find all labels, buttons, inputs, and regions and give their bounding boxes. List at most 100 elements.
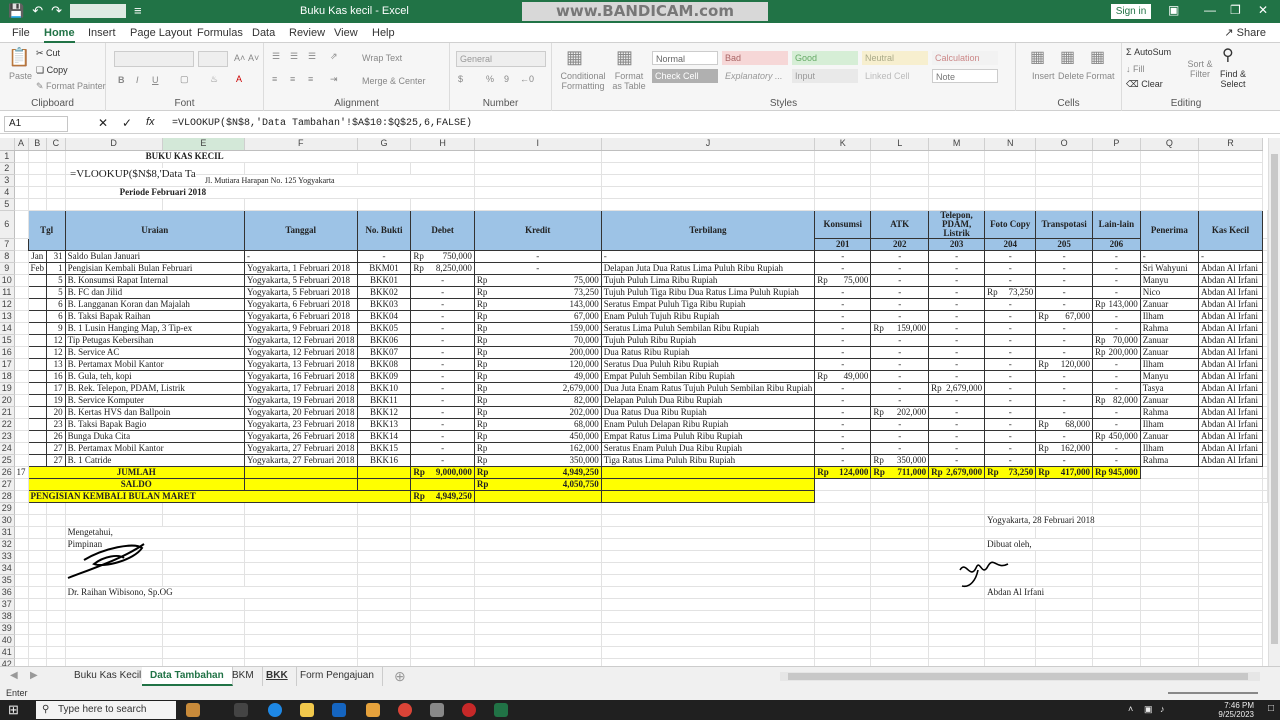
month-cell[interactable]: Jan: [27, 249, 47, 263]
tanggal-cell[interactable]: Yogyakarta, 27 Februari 2018: [243, 453, 358, 467]
restore-icon[interactable]: ❐: [1230, 3, 1241, 17]
cell[interactable]: [1035, 186, 1093, 199]
cell[interactable]: [600, 477, 816, 491]
account-cell[interactable]: -: [928, 273, 986, 287]
row-header[interactable]: 35: [0, 574, 15, 587]
cancel-icon[interactable]: ✕: [98, 116, 108, 130]
uraian-cell[interactable]: B. Service Komputer: [64, 393, 245, 407]
tanggal-cell[interactable]: Yogyakarta, 6 Februari 2018: [243, 297, 358, 311]
bukti-cell[interactable]: BKK08: [356, 357, 412, 371]
cell[interactable]: [65, 634, 163, 647]
cell[interactable]: [357, 538, 412, 551]
row-header[interactable]: 30: [0, 514, 15, 527]
style-note[interactable]: Note: [932, 69, 998, 83]
cell[interactable]: [928, 646, 986, 659]
cell[interactable]: [1092, 150, 1141, 163]
cell[interactable]: [14, 586, 29, 599]
cell[interactable]: [1092, 502, 1141, 515]
cell[interactable]: [1198, 562, 1263, 575]
tab-view[interactable]: View: [334, 27, 358, 39]
cell[interactable]: [1198, 162, 1263, 175]
column-header[interactable]: I: [474, 138, 602, 151]
column-header[interactable]: K: [814, 138, 872, 151]
cell[interactable]: [814, 562, 872, 575]
kas-kecil-cell[interactable]: Abdan Al Irfani: [1198, 453, 1263, 467]
penerima-cell[interactable]: Ilham: [1139, 441, 1200, 455]
cell[interactable]: [357, 526, 412, 539]
kredit-cell[interactable]: Rp 68,000: [473, 417, 602, 431]
header-penerima[interactable]: Penerima: [1139, 209, 1200, 251]
cell[interactable]: [410, 610, 475, 623]
account-code[interactable]: 202: [870, 237, 930, 251]
style-explanatory[interactable]: Explanatory ...: [722, 69, 788, 83]
cell[interactable]: [1198, 466, 1263, 479]
row-header[interactable]: 33: [0, 550, 15, 563]
account-cell[interactable]: -: [928, 333, 986, 347]
cell[interactable]: [357, 658, 412, 666]
account-cell[interactable]: -: [928, 345, 986, 359]
cell[interactable]: [244, 514, 358, 527]
cell[interactable]: [46, 622, 66, 635]
undo-icon[interactable]: ↶: [32, 4, 43, 18]
bukti-cell[interactable]: BKK01: [356, 273, 412, 287]
cell[interactable]: [1198, 574, 1263, 587]
row-header[interactable]: 25: [0, 454, 15, 467]
kredit-cell[interactable]: Rp 200,000: [473, 345, 602, 359]
close-icon[interactable]: ✕: [1258, 3, 1268, 17]
tanggal-cell[interactable]: Yogyakarta, 20 Februari 2018: [243, 405, 358, 419]
account-code[interactable]: 203: [928, 237, 986, 251]
account-cell[interactable]: -: [928, 297, 986, 311]
account-cell[interactable]: -: [1035, 333, 1093, 347]
account-cell[interactable]: -: [928, 249, 986, 263]
tanggal-cell[interactable]: Yogyakarta, 5 Februari 2018: [243, 273, 358, 287]
cell[interactable]: [474, 150, 602, 163]
cell[interactable]: [410, 634, 475, 647]
cell[interactable]: [244, 658, 358, 666]
account-cell[interactable]: -: [814, 381, 872, 395]
cell[interactable]: [1198, 526, 1263, 539]
cell[interactable]: [244, 634, 358, 647]
cell[interactable]: [1140, 150, 1200, 163]
terbilang-cell[interactable]: Dua Juta Enam Ratus Tujuh Puluh Sembilan…: [600, 381, 816, 395]
cell[interactable]: [870, 634, 930, 647]
cell[interactable]: [928, 634, 986, 647]
cell[interactable]: [14, 550, 29, 563]
day-cell[interactable]: 27: [46, 453, 66, 467]
cell[interactable]: [1198, 634, 1263, 647]
bukti-cell[interactable]: BKK02: [356, 285, 412, 299]
style-linked-cell[interactable]: Linked Cell: [862, 69, 928, 83]
header-kredit[interactable]: Kredit: [473, 209, 602, 251]
terbilang-cell[interactable]: Empat Puluh Sembilan Ribu Rupiah: [600, 369, 816, 383]
cell[interactable]: [984, 622, 1037, 635]
month-cell[interactable]: [27, 429, 47, 443]
cell[interactable]: [410, 477, 475, 491]
cell[interactable]: [1035, 490, 1093, 503]
cell[interactable]: [1198, 186, 1263, 199]
copy-button[interactable]: ❏ Copy: [36, 65, 68, 76]
cell[interactable]: [28, 150, 47, 163]
cell[interactable]: [870, 502, 930, 515]
cell[interactable]: [14, 286, 29, 299]
cell[interactable]: [1035, 562, 1093, 575]
cell[interactable]: [601, 514, 816, 527]
header-atk[interactable]: ATK: [870, 209, 930, 239]
column-header[interactable]: B: [28, 138, 47, 151]
debet-cell[interactable]: -: [410, 369, 475, 383]
cell[interactable]: [357, 514, 412, 527]
cell[interactable]: [870, 550, 930, 563]
taskbar-search[interactable]: ⚲ Type here to search: [36, 701, 176, 719]
cell[interactable]: [870, 586, 930, 599]
terbilang-cell[interactable]: Seratus Empat Puluh Tiga Ribu Rupiah: [600, 297, 816, 311]
cell[interactable]: [162, 610, 245, 623]
sheet-tab-bkm[interactable]: BKM: [224, 667, 263, 686]
bold-icon[interactable]: B: [118, 75, 125, 85]
cell[interactable]: [601, 550, 816, 563]
account-cell[interactable]: -: [928, 429, 986, 443]
cell[interactable]: [870, 478, 930, 491]
row-header[interactable]: 20: [0, 394, 15, 407]
tanggal-cell[interactable]: Yogyakarta, 1 Februari 2018: [243, 261, 358, 275]
cell[interactable]: [984, 502, 1037, 515]
cell[interactable]: [14, 346, 29, 359]
task-view-icon[interactable]: [234, 703, 248, 717]
tanggal-cell[interactable]: Yogyakarta, 27 Februari 2018: [243, 441, 358, 455]
